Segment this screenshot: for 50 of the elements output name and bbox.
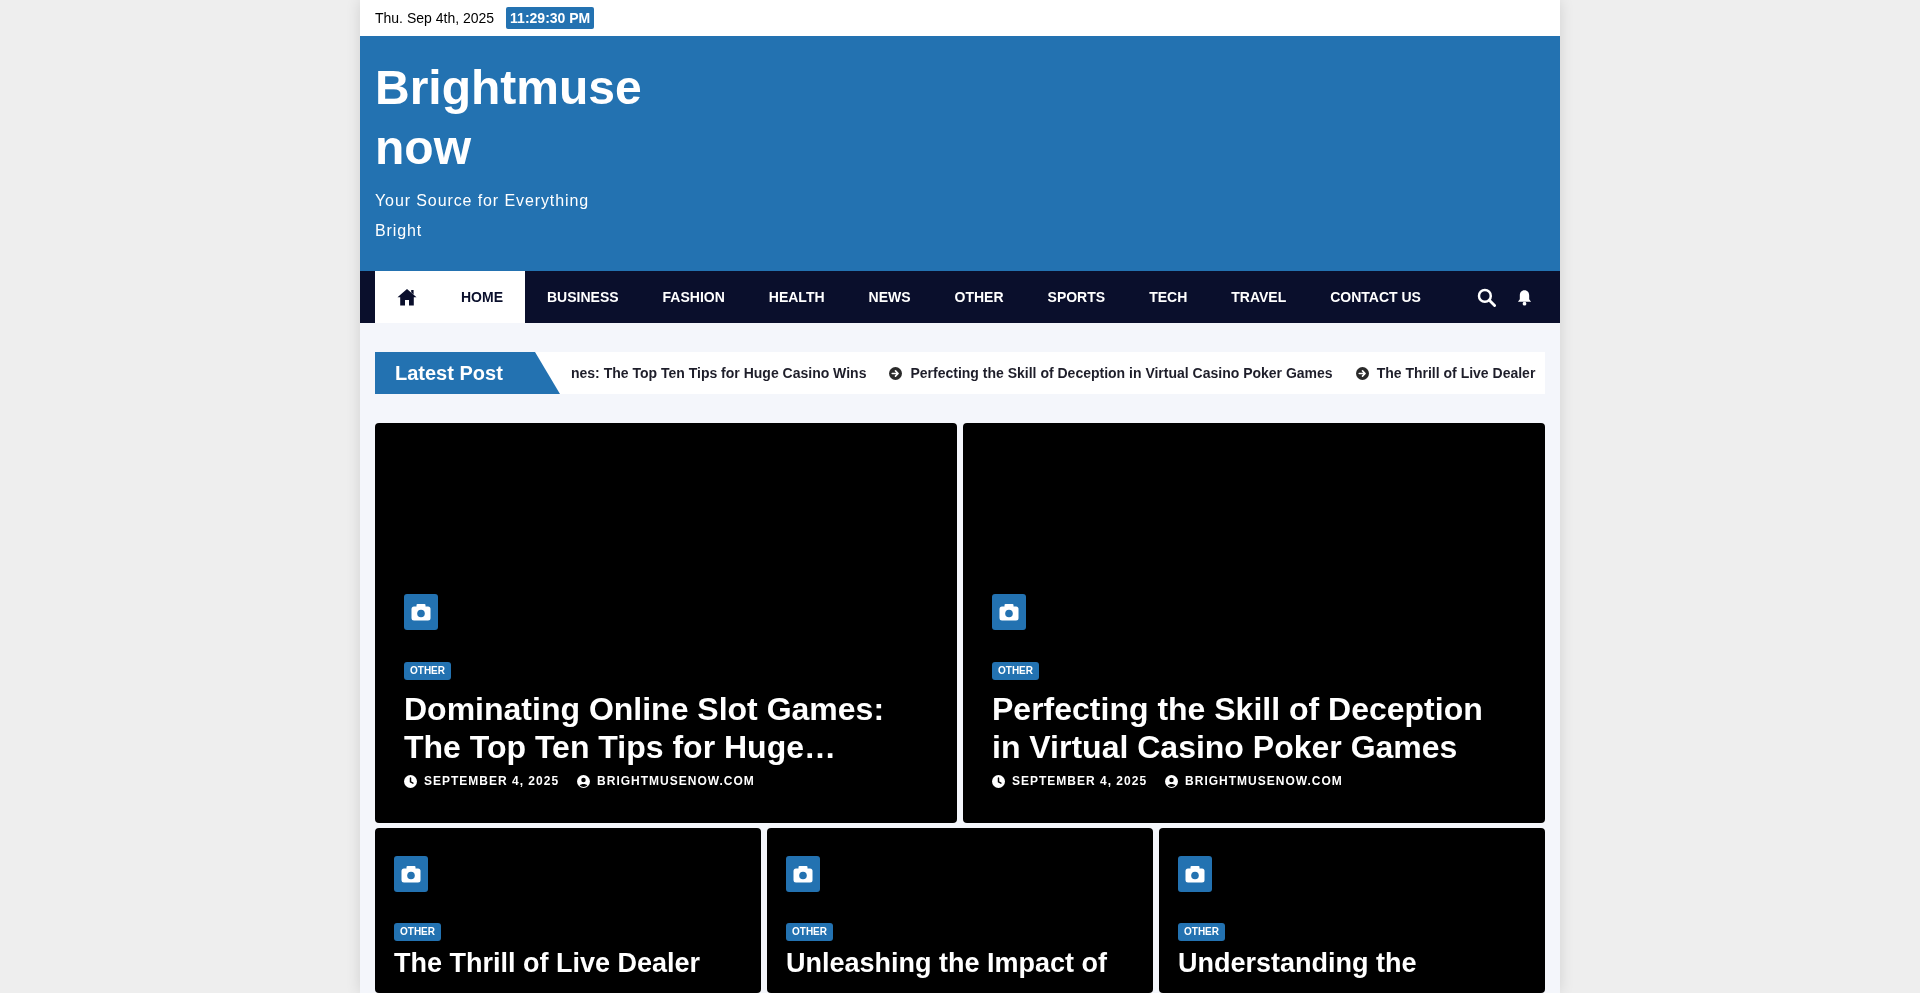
clock-icon [404,774,417,788]
camera-icon[interactable] [394,856,428,892]
post-card[interactable]: OTHER Dominating Online Slot Games: The Top Ten Tips for Huge… SEPTEMBER 4, 2025 BRIGHTMUSENOW.COM [375,423,957,823]
nav-link[interactable]: FASHION [640,271,747,323]
nav-link[interactable]: TECH [1127,271,1210,323]
post-title[interactable]: The Thrill of Live Dealer [394,947,701,979]
post-date[interactable]: SEPTEMBER 4, 2025 [1012,774,1148,788]
ticker-link[interactable]: nes: The Top Ten Tips for Huge Casino Wins [571,365,867,381]
nav-link[interactable]: HEALTH [746,271,847,323]
post-title[interactable]: Dominating Online Slot Games: The Top Ten Tips for Huge… [404,690,919,766]
post-title[interactable]: Perfecting the Skill of Deception in Virtual Casino Poker Games [992,690,1507,766]
camera-icon[interactable] [1178,856,1212,892]
post-author[interactable]: BRIGHTMUSENOW.COM [597,774,755,788]
camera-icon[interactable] [786,856,820,892]
home-icon [397,288,417,306]
post-card[interactable]: OTHER Unleashing the Impact of [767,828,1153,993]
nav-link[interactable]: OTHER [932,271,1026,323]
post-title[interactable]: Unleashing the Impact of [786,947,1108,979]
category-tag[interactable]: OTHER [404,662,451,680]
time-badge: 11:29:30 PM [506,7,595,29]
camera-icon[interactable] [404,594,438,630]
nav-link[interactable]: TRAVEL [1209,271,1309,323]
bell-icon[interactable] [1517,288,1532,306]
post-card[interactable]: OTHER The Thrill of Live Dealer [375,828,761,993]
date-text: Thu. Sep 4th, 2025 [375,10,495,26]
nav-link[interactable]: BUSINESS [525,271,641,323]
user-circle-icon [1165,774,1179,788]
nav-link[interactable]: CONTACT US [1308,271,1443,323]
nav-link[interactable]: HOME [439,271,525,323]
post-author[interactable]: BRIGHTMUSENOW.COM [1185,774,1343,788]
site-tagline: Your Source for Everything Bright [375,191,591,241]
ticker-link[interactable]: Perfecting the Skill of Deception in Virtual Casino Poker Games [910,365,1333,381]
ticker-link[interactable]: The Thrill of Live Dealer [1376,365,1536,381]
post-card[interactable]: OTHER Perfecting the Skill of Deception in Virtual Casino Poker Games SEPTEMBER 4, 2025 BRIGHTMUSENOW.COM [963,423,1545,823]
search-icon[interactable] [1477,287,1496,307]
category-tag[interactable]: OTHER [992,662,1039,680]
post-card[interactable]: OTHER Understanding the [1159,828,1545,993]
category-tag[interactable]: OTHER [786,923,833,941]
site-title[interactable]: Brightmuse now [375,58,675,178]
user-circle-icon [577,774,591,788]
clock-icon [992,774,1005,788]
nav-link[interactable]: SPORTS [1025,271,1128,323]
home-link[interactable] [375,271,439,323]
nav-link[interactable]: NEWS [846,271,933,323]
camera-icon[interactable] [992,594,1026,630]
post-date[interactable]: SEPTEMBER 4, 2025 [424,774,560,788]
latest-post-label: Latest Post [375,352,560,394]
category-tag[interactable]: OTHER [394,923,441,941]
post-title[interactable]: Understanding the [1178,947,1417,979]
category-tag[interactable]: OTHER [1178,923,1225,941]
